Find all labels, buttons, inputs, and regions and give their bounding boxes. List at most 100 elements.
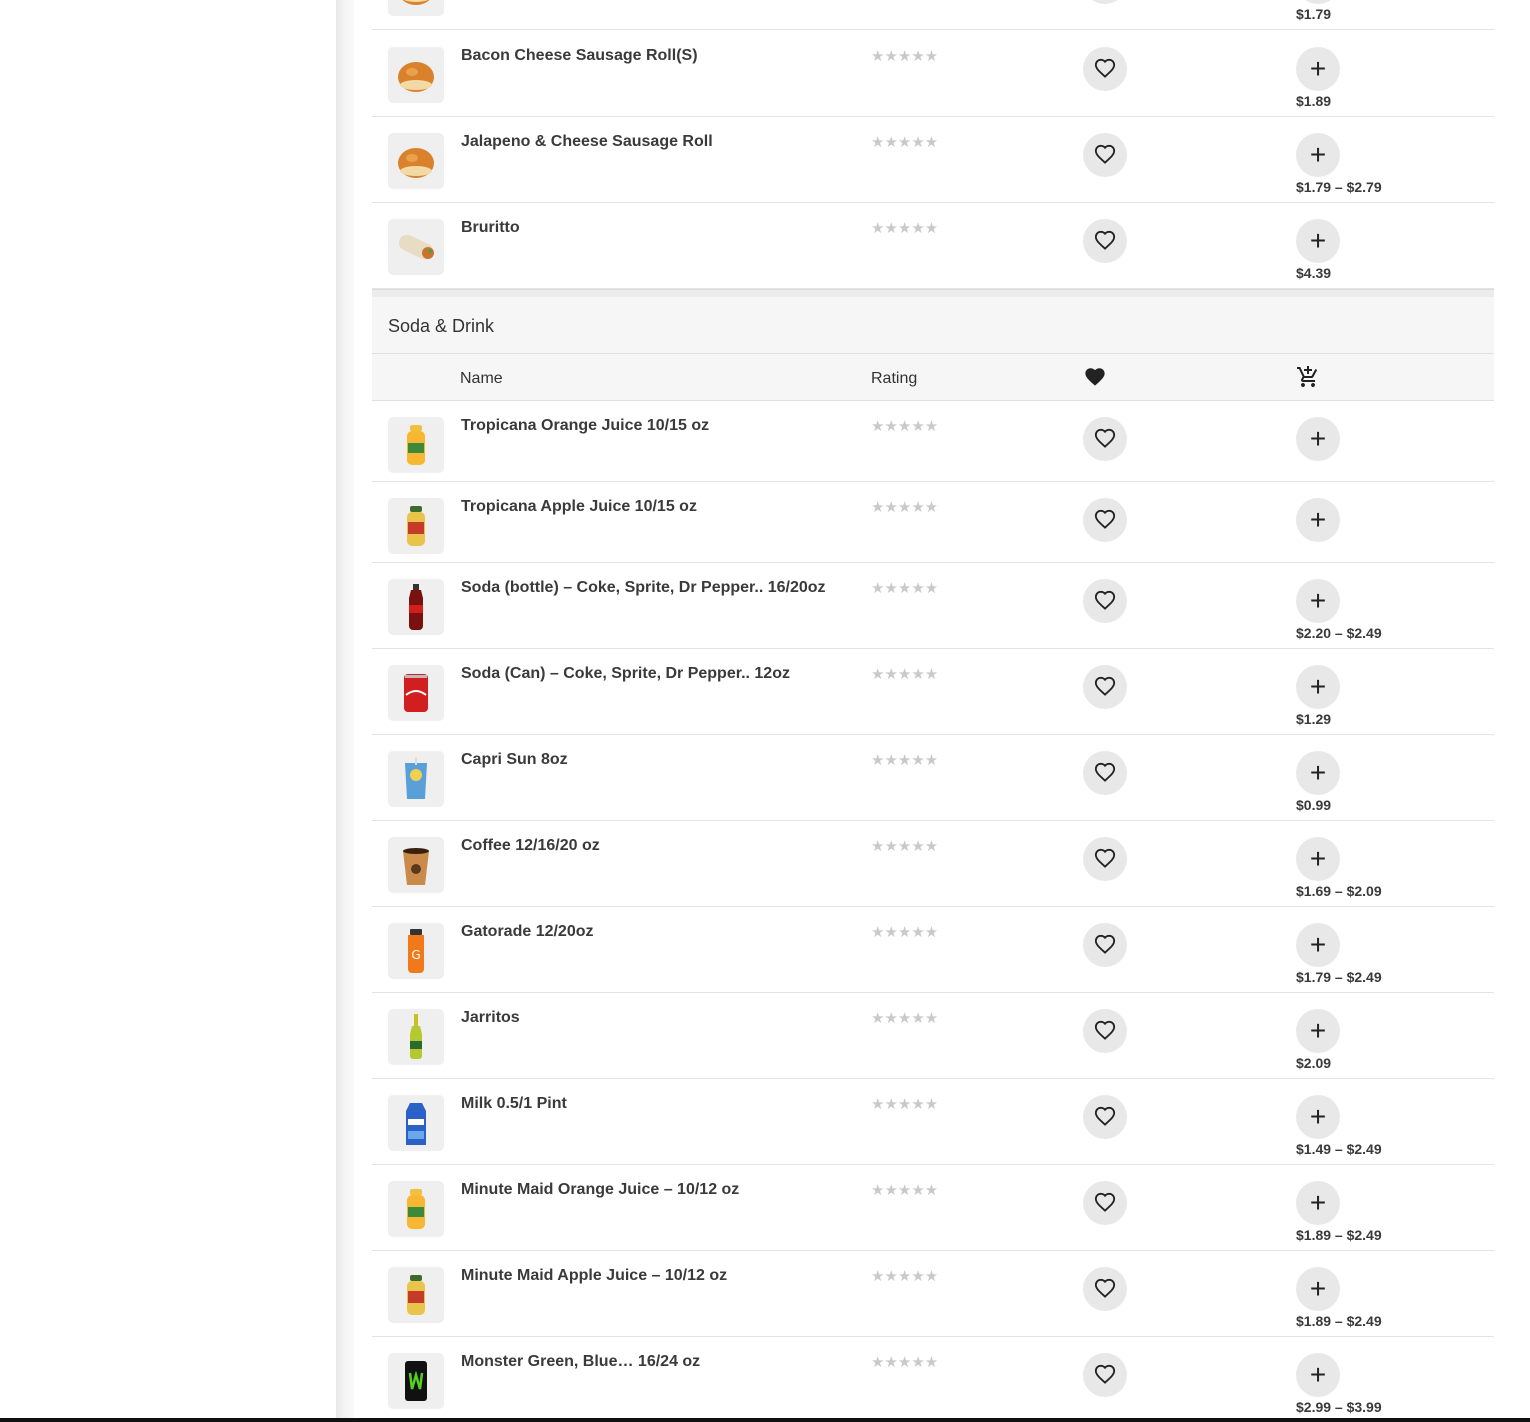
add-to-cart-button[interactable]: + <box>1296 751 1340 795</box>
add-to-cart-button[interactable]: + <box>1296 498 1340 542</box>
product-thumbnail[interactable] <box>388 1181 444 1237</box>
product-name[interactable]: Jarritos <box>461 1009 520 1027</box>
section-title: Soda & Drink <box>388 316 495 336</box>
add-to-cart-button[interactable]: + <box>1296 0 1340 4</box>
rating-stars[interactable]: ★★★★★ <box>871 1267 938 1285</box>
menu-content: + $1.79 Bacon Cheese Sausage Roll(S) ★★★★… <box>354 0 1530 1422</box>
add-to-cart-button[interactable]: + <box>1296 417 1340 461</box>
rating-stars[interactable]: ★★★★★ <box>871 417 938 435</box>
heart-outline-icon <box>1094 1020 1116 1040</box>
product-name[interactable]: Coffee 12/16/20 oz <box>461 837 600 855</box>
product-price: $1.29 <box>1296 711 1332 727</box>
rating-stars[interactable]: ★★★★★ <box>871 47 938 65</box>
product-price: $2.20 – $2.49 <box>1296 625 1382 641</box>
product-name[interactable]: Milk 0.5/1 Pint <box>461 1095 567 1113</box>
rating-stars[interactable]: ★★★★★ <box>871 133 938 151</box>
product-thumbnail[interactable] <box>388 665 444 721</box>
favorite-button[interactable] <box>1083 1181 1127 1225</box>
plus-icon: + <box>1309 1187 1327 1218</box>
product-price: $1.49 – $2.49 <box>1296 1141 1382 1157</box>
rating-stars[interactable]: ★★★★★ <box>871 579 938 597</box>
rating-stars[interactable]: ★★★★★ <box>871 1009 938 1027</box>
product-name[interactable]: Capri Sun 8oz <box>461 751 568 769</box>
product-name[interactable]: Bacon Cheese Sausage Roll(S) <box>461 47 698 65</box>
product-row: Minute Maid Apple Juice – 10/12 oz ★★★★★ +… <box>372 1251 1494 1337</box>
product-thumbnail[interactable] <box>388 417 444 473</box>
product-name[interactable]: Tropicana Apple Juice 10/15 oz <box>461 498 697 516</box>
product-thumbnail[interactable] <box>388 219 444 275</box>
add-to-cart-button[interactable]: + <box>1296 665 1340 709</box>
rating-stars[interactable]: ★★★★★ <box>871 1353 938 1371</box>
product-thumbnail[interactable] <box>388 579 444 635</box>
rating-stars[interactable]: ★★★★★ <box>871 665 938 683</box>
product-name[interactable]: Minute Maid Orange Juice – 10/12 oz <box>461 1181 739 1199</box>
favorite-button[interactable] <box>1083 751 1127 795</box>
product-name[interactable]: Jalapeno & Cheese Sausage Roll <box>461 133 713 151</box>
add-to-cart-button[interactable]: + <box>1296 837 1340 881</box>
favorite-button[interactable] <box>1083 133 1127 177</box>
product-thumbnail[interactable] <box>388 1353 444 1409</box>
favorite-button[interactable] <box>1083 417 1127 461</box>
section-divider <box>372 289 1494 297</box>
product-thumbnail[interactable] <box>388 133 444 189</box>
energy-drink-can-icon <box>405 1361 427 1401</box>
favorite-button[interactable] <box>1083 47 1127 91</box>
product-price: $1.79 <box>1296 6 1332 22</box>
product-thumbnail[interactable] <box>388 47 444 103</box>
product-thumbnail[interactable] <box>388 751 444 807</box>
favorite-button[interactable] <box>1083 1267 1127 1311</box>
product-name[interactable]: Soda (bottle) – Coke, Sprite, Dr Pepper.… <box>461 579 826 597</box>
heart-outline-icon <box>1094 676 1116 696</box>
add-to-cart-button[interactable]: + <box>1296 133 1340 177</box>
product-name[interactable]: Monster Green, Blue… 16/24 oz <box>461 1353 700 1371</box>
rating-stars[interactable]: ★★★★★ <box>871 219 938 237</box>
add-to-cart-button[interactable]: + <box>1296 1353 1340 1397</box>
favorite-button[interactable] <box>1083 579 1127 623</box>
add-to-cart-button[interactable]: + <box>1296 579 1340 623</box>
favorite-button[interactable] <box>1083 923 1127 967</box>
rating-stars[interactable]: ★★★★★ <box>871 837 938 855</box>
add-to-cart-button[interactable]: + <box>1296 47 1340 91</box>
favorite-button[interactable] <box>1083 498 1127 542</box>
favorite-button[interactable] <box>1083 1095 1127 1139</box>
product-name[interactable]: Minute Maid Apple Juice – 10/12 oz <box>461 1267 727 1285</box>
product-price: $2.99 – $3.99 <box>1296 1399 1382 1415</box>
product-thumbnail[interactable] <box>388 1267 444 1323</box>
rating-stars[interactable]: ★★★★★ <box>871 923 938 941</box>
rating-stars[interactable]: ★★★★★ <box>871 1181 938 1199</box>
rating-stars[interactable]: ★★★★★ <box>871 1095 938 1113</box>
rating-stars[interactable]: ★★★★★ <box>871 751 938 769</box>
favorite-button[interactable] <box>1083 1009 1127 1053</box>
heart-outline-icon <box>1094 1192 1116 1212</box>
add-to-cart-button[interactable]: + <box>1296 1181 1340 1225</box>
product-thumbnail[interactable] <box>388 837 444 893</box>
product-name[interactable]: Bruritto <box>461 219 520 237</box>
add-cart-icon <box>1296 365 1320 394</box>
add-to-cart-button[interactable]: + <box>1296 219 1340 263</box>
plus-icon: + <box>1309 1273 1327 1304</box>
add-to-cart-button[interactable]: + <box>1296 1267 1340 1311</box>
column-header-rating: Rating <box>871 370 918 387</box>
add-to-cart-button[interactable]: + <box>1296 1095 1340 1139</box>
favorite-button[interactable] <box>1083 219 1127 263</box>
add-to-cart-button[interactable]: + <box>1296 923 1340 967</box>
favorite-button[interactable] <box>1083 0 1127 4</box>
apple-juice-bottle-icon <box>407 506 425 546</box>
favorite-button[interactable] <box>1083 1353 1127 1397</box>
product-row: Bacon Cheese Sausage Roll(S) ★★★★★ + $1.89 <box>372 31 1494 117</box>
product-price: $1.79 – $2.79 <box>1296 179 1382 195</box>
product-name[interactable]: Soda (Can) – Coke, Sprite, Dr Pepper.. 1… <box>461 665 790 683</box>
product-name[interactable]: Tropicana Orange Juice 10/15 oz <box>461 417 709 435</box>
milk-carton-icon <box>406 1103 426 1145</box>
favorite-button[interactable] <box>1083 665 1127 709</box>
product-thumbnail[interactable] <box>388 1009 444 1065</box>
product-name[interactable]: Gatorade 12/20oz <box>461 923 594 941</box>
product-price: $1.69 – $2.09 <box>1296 883 1382 899</box>
favorite-button[interactable] <box>1083 837 1127 881</box>
product-thumbnail[interactable] <box>388 1095 444 1151</box>
product-thumbnail[interactable] <box>388 498 444 554</box>
add-to-cart-button[interactable]: + <box>1296 1009 1340 1053</box>
product-thumbnail[interactable]: G <box>388 923 444 979</box>
product-thumbnail[interactable] <box>388 0 444 16</box>
rating-stars[interactable]: ★★★★★ <box>871 498 938 516</box>
